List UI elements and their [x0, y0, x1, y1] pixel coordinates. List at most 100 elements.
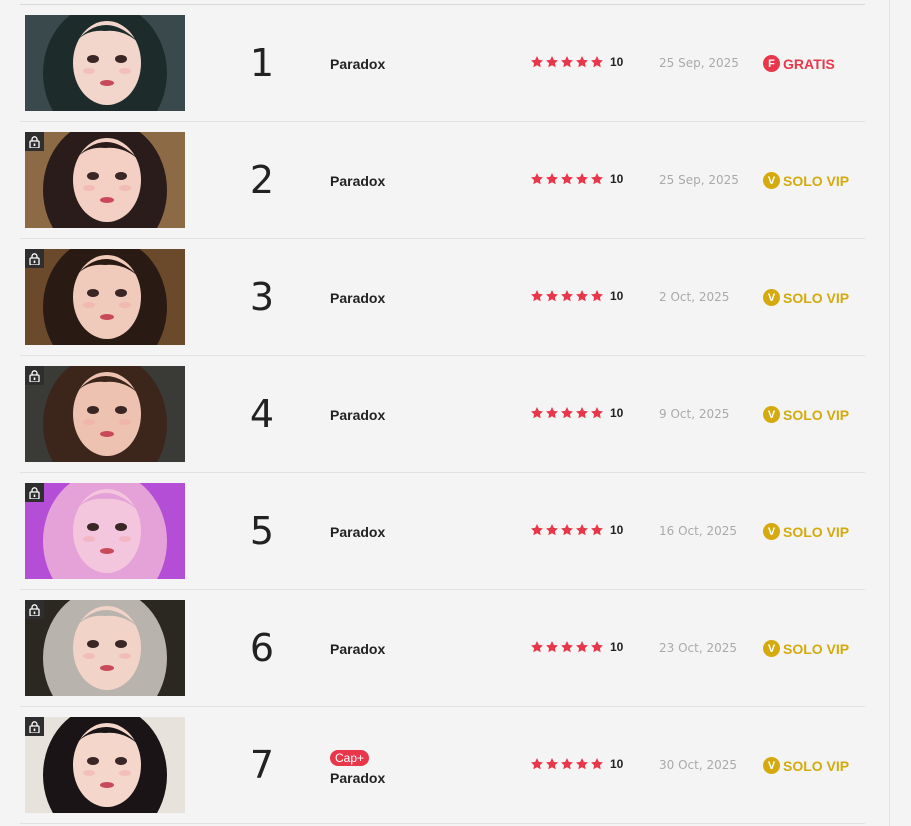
star-icon	[576, 641, 588, 653]
chapter-row[interactable]: 4 Paradox 10 9 Oct, 2025 V SOLO VIP	[20, 356, 865, 473]
access-status[interactable]: V SOLO VIP	[763, 757, 849, 774]
rating-stars: 10	[530, 289, 623, 303]
chapter-thumbnail[interactable]	[25, 600, 185, 696]
star-icon	[561, 524, 573, 536]
rating-stars: 10	[530, 172, 623, 186]
rating-score: 10	[610, 289, 624, 303]
access-status-label: SOLO VIP	[783, 640, 850, 657]
rating-stars: 10	[530, 640, 623, 654]
chapter-title[interactable]: Paradox	[330, 524, 385, 540]
star-icon	[591, 758, 603, 770]
chapter-thumbnail[interactable]	[25, 366, 185, 462]
chapter-number: 5	[249, 509, 275, 553]
release-date: 16 Oct, 2025	[659, 524, 737, 538]
chapter-title[interactable]: Paradox	[330, 407, 385, 423]
star-icon	[561, 173, 573, 185]
lock-icon	[25, 717, 44, 736]
chapter-title[interactable]: Paradox	[330, 56, 385, 72]
star-icon	[576, 290, 588, 302]
rating-stars: 10	[530, 757, 623, 771]
chapter-title[interactable]: Paradox	[330, 641, 385, 657]
vip-icon: V	[763, 523, 780, 540]
rating-score: 10	[610, 406, 624, 420]
vip-icon: V	[763, 289, 780, 306]
chapter-number: 2	[249, 158, 275, 202]
star-icon	[591, 56, 603, 68]
chapter-title[interactable]: Paradox	[330, 290, 385, 306]
chapter-row[interactable]: 3 Paradox 10 2 Oct, 2025 V SOLO VIP	[20, 239, 865, 356]
chapter-row[interactable]: 2 Paradox 10 25 Sep, 2025 V SOLO VIP	[20, 122, 865, 239]
chapter-list: 1 Paradox 10 25 Sep, 2025 F GRATIS 2 Paradox 10 2…	[0, 5, 889, 824]
chapter-number: 4	[249, 392, 275, 436]
chapter-thumbnail[interactable]	[25, 15, 185, 111]
release-date: 23 Oct, 2025	[659, 641, 737, 655]
chapter-number: 7	[249, 743, 275, 787]
chapter-thumbnail[interactable]	[25, 717, 185, 813]
star-icon	[546, 407, 558, 419]
chapter-number: 3	[249, 275, 275, 319]
access-status[interactable]: V SOLO VIP	[763, 172, 849, 189]
chapter-row[interactable]: 6 Paradox 10 23 Oct, 2025 V SOLO VIP	[20, 590, 865, 707]
release-date: 9 Oct, 2025	[659, 407, 730, 421]
chapter-thumbnail[interactable]	[25, 132, 185, 228]
star-icon	[591, 407, 603, 419]
vip-icon: V	[763, 640, 780, 657]
free-icon: F	[763, 55, 780, 72]
access-status-label: SOLO VIP	[783, 289, 850, 306]
star-icon	[591, 524, 603, 536]
lock-icon	[25, 483, 44, 502]
star-icon	[576, 407, 588, 419]
release-date: 2 Oct, 2025	[659, 290, 730, 304]
rating-score: 10	[610, 640, 624, 654]
star-icon	[561, 290, 573, 302]
release-date: 25 Sep, 2025	[659, 56, 739, 70]
chapter-thumbnail[interactable]	[25, 249, 185, 345]
star-icon	[591, 641, 603, 653]
chapter-number: 6	[249, 626, 275, 670]
star-icon	[561, 56, 573, 68]
star-icon	[561, 758, 573, 770]
vip-icon: V	[763, 757, 780, 774]
chapter-row[interactable]: 1 Paradox 10 25 Sep, 2025 F GRATIS	[20, 5, 865, 122]
star-icon	[591, 173, 603, 185]
star-icon	[546, 173, 558, 185]
star-icon	[531, 524, 543, 536]
star-icon	[546, 641, 558, 653]
access-status-label: SOLO VIP	[783, 757, 850, 774]
star-icon	[531, 56, 543, 68]
star-icon	[531, 173, 543, 185]
rating-stars: 10	[530, 523, 623, 537]
release-date: 25 Sep, 2025	[659, 173, 739, 187]
star-icon	[576, 56, 588, 68]
access-status[interactable]: V SOLO VIP	[763, 289, 849, 306]
new-chapter-badge: Cap+	[330, 750, 370, 766]
access-status[interactable]: F GRATIS	[763, 55, 835, 72]
access-status-label: SOLO VIP	[783, 172, 850, 189]
star-icon	[531, 407, 543, 419]
access-status-label: SOLO VIP	[783, 406, 850, 423]
star-icon	[546, 524, 558, 536]
rating-score: 10	[610, 172, 624, 186]
release-date: 30 Oct, 2025	[659, 758, 737, 772]
chapter-thumbnail[interactable]	[25, 483, 185, 579]
chapter-title[interactable]: Paradox	[330, 770, 385, 786]
access-status[interactable]: V SOLO VIP	[763, 523, 849, 540]
chapter-row[interactable]: 7 Cap+ Paradox 10 30 Oct, 2025 V SOLO VIP	[20, 707, 865, 824]
star-icon	[546, 290, 558, 302]
chapter-title[interactable]: Paradox	[330, 173, 385, 189]
access-status[interactable]: V SOLO VIP	[763, 640, 849, 657]
lock-icon	[25, 132, 44, 151]
star-icon	[546, 758, 558, 770]
access-status-label: SOLO VIP	[783, 523, 850, 540]
vip-icon: V	[763, 406, 780, 423]
vip-icon: V	[763, 172, 780, 189]
lock-icon	[25, 600, 44, 619]
chapter-row[interactable]: 5 Paradox 10 16 Oct, 2025 V SOLO VIP	[20, 473, 865, 590]
star-icon	[561, 641, 573, 653]
star-icon	[576, 173, 588, 185]
rating-score: 10	[610, 757, 624, 771]
access-status[interactable]: V SOLO VIP	[763, 406, 849, 423]
rating-score: 10	[610, 523, 624, 537]
lock-icon	[25, 366, 44, 385]
star-icon	[531, 290, 543, 302]
